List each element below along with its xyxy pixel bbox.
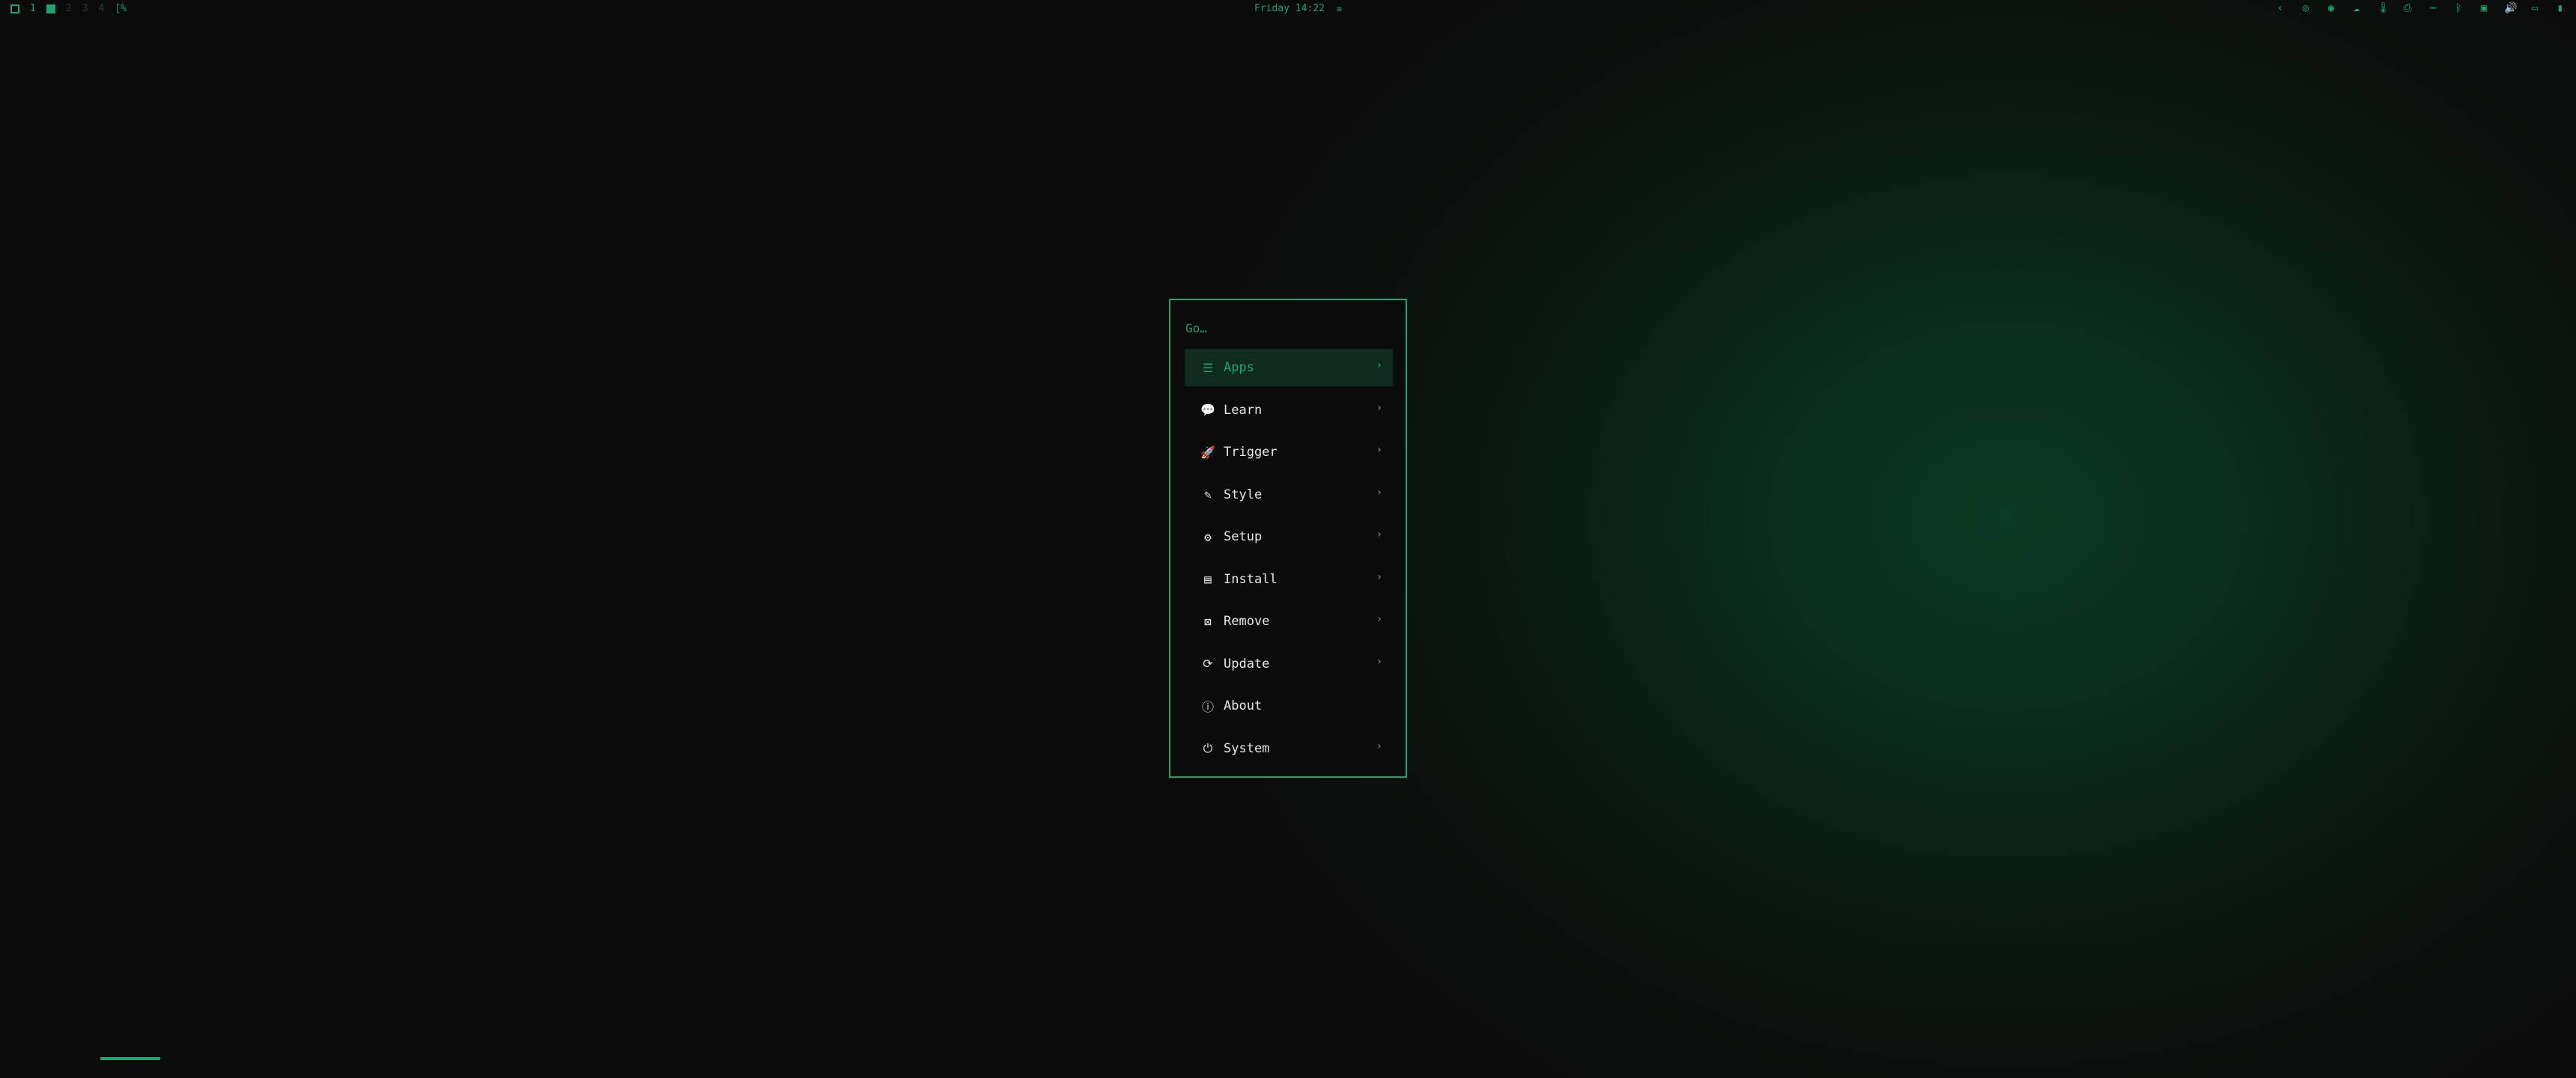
menu-item-label: Update: [1224, 656, 1270, 672]
thermometer-icon[interactable]: 🌡: [2377, 2, 2390, 14]
eye-icon[interactable]: ◉: [2326, 2, 2336, 14]
progress-indicator: [100, 1057, 160, 1060]
menu-item-label: System: [1224, 740, 1270, 756]
workspace-switcher: 1 2 3 4 [%: [10, 3, 127, 14]
save-icon: ▤: [1204, 572, 1212, 586]
chat-icon: 💬: [1200, 403, 1215, 417]
top-panel: 1 2 3 4 [% Friday 14:22 ≡ ‹ ◎ ◉ ☁ 🌡 ⎙ ⋯ ᛒ ▣ 🔊 ▭ ▮: [0, 0, 2576, 19]
menu-item-label: Remove: [1224, 614, 1270, 629]
rocket-icon: 🚀: [1200, 445, 1215, 460]
monitor-icon[interactable]: ▭: [2530, 2, 2540, 14]
workspace-3[interactable]: 3: [82, 3, 88, 14]
menu-item-setup[interactable]: ⚙ Setup ›: [1185, 518, 1393, 555]
workspace-2[interactable]: 2: [66, 3, 72, 14]
printer-icon[interactable]: ⎙: [2402, 2, 2413, 14]
menu-item-label: About: [1224, 698, 1263, 713]
magic-wand-icon: ✎: [1204, 487, 1212, 502]
workspace-active-marker: [46, 4, 55, 13]
system-tray: ‹ ◎ ◉ ☁ 🌡 ⎙ ⋯ ᛒ ▣ 🔊 ▭ ▮: [2275, 2, 2566, 14]
menu-item-install[interactable]: ▤ Install ›: [1185, 561, 1393, 598]
power-icon: ⏻: [1203, 740, 1213, 755]
cloud-icon[interactable]: ☁: [2351, 2, 2362, 14]
menu-item-remove[interactable]: ⊠ Remove ›: [1185, 603, 1393, 640]
remove-icon: ⊠: [1204, 614, 1212, 629]
menu-item-label: Apps: [1224, 360, 1254, 375]
workspace-4[interactable]: 4: [98, 3, 104, 14]
list-icon: ☰: [1202, 360, 1214, 375]
chevron-right-icon: ›: [1376, 570, 1382, 583]
chevron-right-icon: ›: [1376, 359, 1382, 371]
launcher-menu: Go… ☰ Apps › 💬 Learn › 🚀 Trigger › ✎ Style › ⚙ Setup ›…: [1169, 299, 1407, 778]
chevron-right-icon: ›: [1376, 740, 1382, 752]
bluetooth-icon[interactable]: ᛒ: [2453, 2, 2464, 14]
chevron-right-icon: ›: [1376, 401, 1382, 414]
search-input[interactable]: Go…: [1185, 321, 1207, 335]
menu-item-about[interactable]: ⓘ About: [1185, 687, 1393, 725]
menu-list: ☰ Apps › 💬 Learn › 🚀 Trigger › ✎ Style › ⚙ Setup › ▤ Ins…: [1185, 349, 1393, 772]
menu-item-label: Trigger: [1224, 445, 1278, 460]
volume-icon[interactable]: 🔊: [2504, 2, 2517, 14]
chevron-right-icon: ›: [1376, 486, 1382, 499]
workspace-1[interactable]: 1: [30, 3, 36, 14]
chevron-right-icon: ›: [1376, 655, 1382, 668]
menu-item-label: Style: [1224, 487, 1263, 502]
chevron-right-icon: ›: [1376, 613, 1382, 625]
chevron-left-icon[interactable]: ‹: [2275, 2, 2285, 14]
info-icon: ⓘ: [1201, 700, 1214, 714]
screen-icon[interactable]: ▣: [2479, 2, 2489, 14]
steam-icon[interactable]: ◎: [2300, 2, 2311, 14]
layout-indicator: [%: [115, 3, 127, 14]
menu-item-apps[interactable]: ☰ Apps ›: [1185, 349, 1393, 386]
notification-icon[interactable]: ≡: [1337, 4, 1342, 14]
menu-item-label: Install: [1224, 571, 1278, 587]
menu-item-label: Setup: [1224, 529, 1263, 544]
menu-item-system[interactable]: ⏻ System ›: [1185, 730, 1393, 767]
menu-item-label: Learn: [1224, 402, 1263, 418]
clock-area: Friday 14:22 ≡: [1254, 3, 1342, 14]
menu-item-learn[interactable]: 💬 Learn ›: [1185, 392, 1393, 429]
chevron-right-icon: ›: [1376, 529, 1382, 540]
chevron-right-icon: ›: [1376, 444, 1382, 456]
clock[interactable]: Friday 14:22: [1254, 3, 1325, 14]
menu-item-update[interactable]: ⟳ Update ›: [1185, 645, 1393, 683]
menu-item-trigger[interactable]: 🚀 Trigger ›: [1185, 433, 1393, 471]
menu-item-style[interactable]: ✎ Style ›: [1185, 476, 1393, 514]
refresh-icon: ⟳: [1203, 657, 1213, 671]
gear-icon: ⚙: [1204, 529, 1212, 544]
dots-icon[interactable]: ⋯: [2428, 2, 2438, 14]
battery-icon[interactable]: ▮: [2555, 2, 2566, 14]
layout-icon[interactable]: [10, 4, 19, 13]
